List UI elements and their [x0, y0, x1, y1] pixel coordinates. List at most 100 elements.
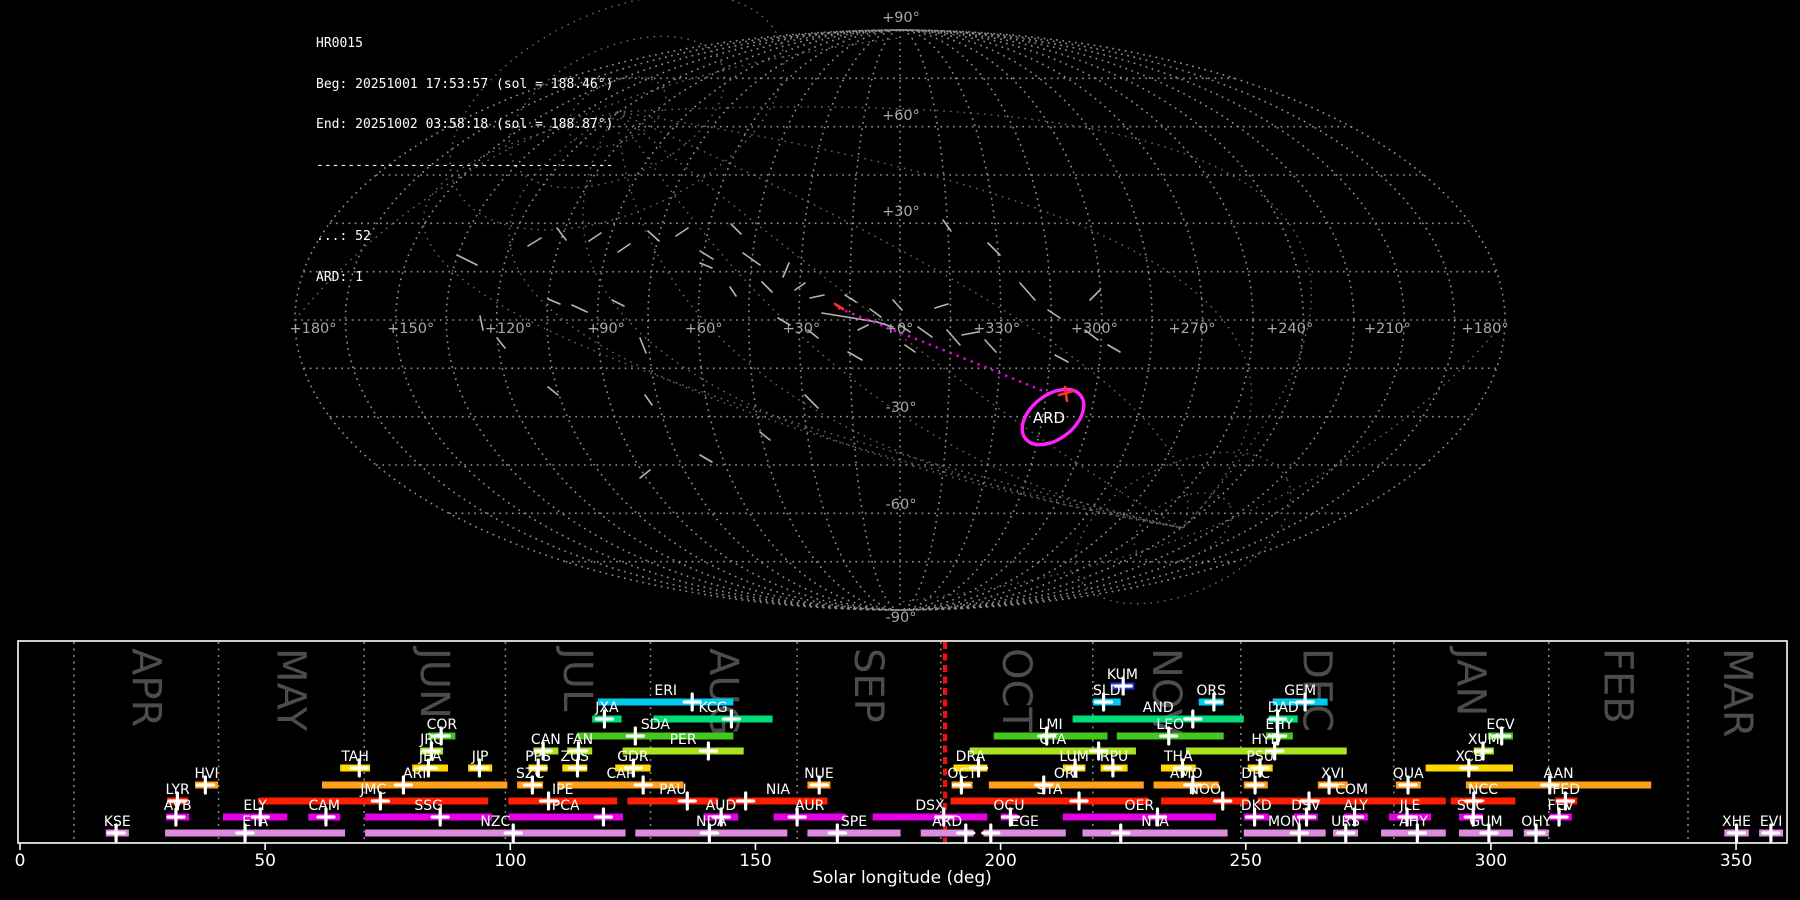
shower-label-DSX: DSX	[915, 798, 945, 814]
shower-bar-ORI	[988, 781, 1144, 789]
shower-bar-AUR	[773, 813, 846, 821]
meteor-trail	[857, 324, 869, 331]
shower-label-AVB: AVB	[164, 798, 192, 814]
shower-label-DKD: DKD	[1241, 798, 1272, 814]
meteor-trail	[617, 243, 631, 253]
month-label-APR: APR	[122, 648, 168, 727]
shower-label-GEM: GEM	[1284, 683, 1316, 699]
shower-label-COR: COR	[427, 717, 458, 733]
shower-label-EVI: EVI	[1760, 814, 1783, 830]
meteor-trail	[647, 230, 660, 242]
shower-label-JEA: JEA	[418, 749, 442, 765]
shower-label-XVI: XVI	[1321, 766, 1344, 782]
shower-label-LMI: LMI	[1039, 717, 1063, 733]
end-time: End: 20251002 03:58:18 (sol = 188.87°)	[316, 117, 614, 132]
meteor-trail	[1089, 289, 1101, 301]
shower-bar-SPE	[807, 829, 901, 837]
shower-label-THA: THA	[1163, 749, 1193, 765]
shower-bar-MON	[1243, 829, 1326, 837]
longitude-label: +60°	[685, 321, 723, 337]
month-label-FEB: FEB	[1594, 648, 1640, 724]
meteor-trail	[782, 262, 790, 278]
meteor-trail	[869, 308, 882, 318]
shower-label-EHY: EHY	[1265, 717, 1293, 733]
meteor-trail	[547, 298, 561, 305]
shower-label-ALY: ALY	[1344, 798, 1369, 814]
longitude-label: +330°	[973, 321, 1020, 337]
meteor-trail	[1019, 282, 1036, 301]
longitude-label: +150°	[387, 321, 434, 337]
longitude-label: +300°	[1071, 321, 1118, 337]
shower-label-PAU: PAU	[659, 782, 686, 798]
shower-label-RPU: RPU	[1100, 749, 1128, 765]
meteor-trail	[809, 294, 825, 299]
meteor-trail	[496, 337, 506, 349]
shower-label-XCB: XCB	[1455, 749, 1483, 765]
shower-label-STA: STA	[1037, 782, 1063, 798]
shower-label-COM: COM	[1335, 782, 1368, 798]
shower-label-MON: MON	[1268, 814, 1302, 830]
month-label-JUL: JUL	[554, 645, 600, 712]
latitude-label: +60°	[882, 108, 920, 124]
meteor-trail	[699, 250, 714, 260]
latitude-label: -60°	[886, 497, 917, 513]
shower-label-JMC: JMC	[359, 782, 386, 798]
shower-label-KSE: KSE	[104, 814, 131, 830]
shower-label-NDA: NDA	[696, 814, 727, 830]
shower-label-QUA: QUA	[1393, 766, 1424, 782]
latitude-label: +90°	[882, 10, 920, 26]
month-label-SEP: SEP	[845, 648, 891, 723]
meteor-trail	[639, 337, 647, 354]
shower-label-NOO: NOO	[1189, 782, 1222, 798]
ard-radiant-group: ARD	[833, 302, 1086, 447]
meteor-trail	[479, 315, 484, 331]
month-label-JAN: JAN	[1447, 645, 1493, 716]
meteor-trail	[917, 326, 933, 338]
meteor-trail	[844, 294, 857, 303]
meteor-trail	[729, 286, 737, 297]
shower-label-SSG: SSG	[414, 798, 443, 814]
shower-label-NUE: NUE	[804, 766, 834, 782]
meteor-trail	[742, 252, 761, 266]
meteor-trail	[847, 351, 863, 361]
shower-label-AUD: AUD	[706, 798, 737, 814]
shower-bar-ETA	[165, 829, 346, 837]
shower-bar-ARI	[322, 781, 508, 789]
shower-label-CAP: CAP	[606, 766, 634, 782]
shower-label-ERI: ERI	[654, 683, 677, 699]
meteor-trail	[1107, 344, 1121, 353]
longitude-label: +0°	[885, 321, 914, 337]
x-axis-title: Solar longitude (deg)	[812, 868, 992, 888]
month-label-MAY: MAY	[267, 648, 313, 732]
x-tick-label: 50	[254, 851, 276, 871]
secondary-grid-line	[899, 319, 1506, 603]
shower-bar-NOO	[1160, 797, 1249, 805]
meteor-trail	[644, 394, 653, 406]
shower-label-LYR: LYR	[166, 782, 190, 798]
longitude-label: +270°	[1168, 321, 1215, 337]
shower-label-CTA: CTA	[1039, 732, 1066, 748]
station-id: HR0015	[316, 36, 363, 51]
shower-bar-OER	[1062, 813, 1216, 821]
observation-header: HR0015 Beg: 20251001 17:53:57 (sol = 188…	[316, 10, 613, 298]
ard-count: ARD: 1	[316, 269, 363, 285]
shower-label-PCA: PCA	[552, 798, 580, 814]
x-tick-label: 0	[15, 851, 26, 871]
shower-label-NTA: NTA	[1141, 814, 1169, 830]
shower-label-OER: OER	[1125, 798, 1155, 814]
shower-label-PPS: PPS	[525, 749, 551, 765]
meteor-trail	[699, 454, 713, 463]
longitude-label: +120°	[485, 321, 532, 337]
shower-label-ECV: ECV	[1486, 717, 1515, 733]
shower-label-HVI: HVI	[194, 766, 218, 782]
shower-label-AAN: AAN	[1544, 766, 1574, 782]
shower-bar-NZC	[365, 829, 626, 837]
shower-label-SZC: SZC	[516, 766, 544, 782]
meteor-trail	[761, 281, 773, 293]
shower-label-DSV: DSV	[1291, 798, 1321, 814]
shower-label-KCG: KCG	[699, 700, 728, 716]
shower-label-TAH: TAH	[340, 749, 369, 765]
shower-label-DRA: DRA	[956, 749, 986, 765]
shower-label-HYD: HYD	[1251, 732, 1281, 748]
meteor-trail	[934, 303, 949, 309]
